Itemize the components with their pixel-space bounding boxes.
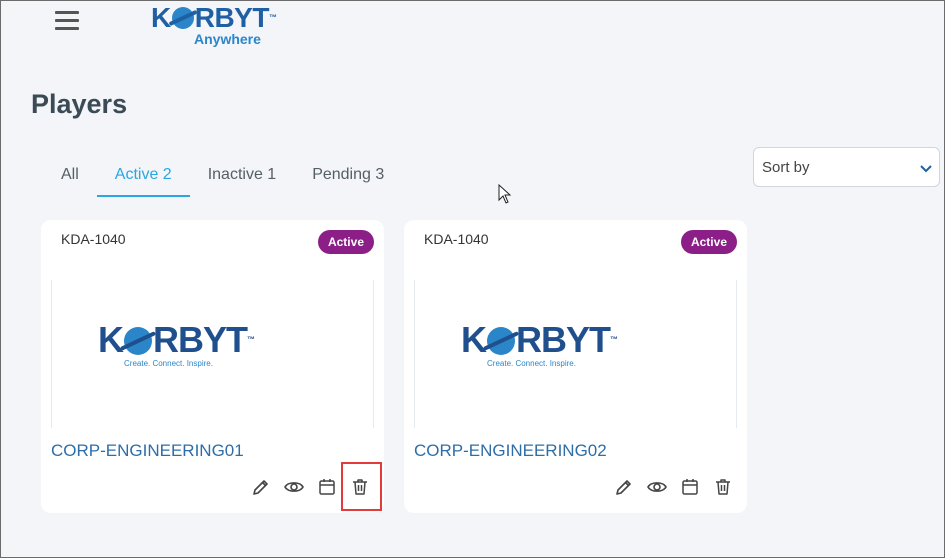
- korbyt-logo: K RBYT™ Create. Connect. Inspire.: [461, 319, 618, 369]
- eye-icon: [284, 482, 304, 492]
- tab-pending[interactable]: Pending 3: [294, 153, 402, 197]
- player-name-link[interactable]: CORP-ENGINEERING02: [414, 441, 607, 461]
- status-badge: Active: [680, 230, 737, 254]
- view-button[interactable]: [647, 477, 667, 497]
- edit-button[interactable]: [251, 477, 271, 497]
- tab-all[interactable]: All: [43, 153, 97, 197]
- player-card[interactable]: KDA-1040 Active K RBYT™ Create. Connect. …: [404, 220, 747, 513]
- hamburger-icon[interactable]: [55, 11, 79, 33]
- trash-icon: [353, 479, 367, 495]
- player-name-link[interactable]: CORP-ENGINEERING01: [51, 441, 244, 461]
- player-preview: K RBYT™ Create. Connect. Inspire.: [414, 280, 737, 428]
- schedule-button[interactable]: [317, 477, 337, 497]
- edit-button[interactable]: [614, 477, 634, 497]
- top-bar: K RBYT™ Anywhere: [1, 1, 944, 59]
- status-tabs: All Active 2 Inactive 1 Pending 3: [43, 153, 402, 197]
- pencil-icon: [253, 480, 268, 495]
- player-id: KDA-1040: [61, 231, 126, 247]
- status-badge: Active: [317, 230, 374, 254]
- player-id: KDA-1040: [424, 231, 489, 247]
- view-button[interactable]: [284, 477, 304, 497]
- tab-active[interactable]: Active 2: [96, 153, 190, 197]
- brand-logo: K RBYT™ Anywhere: [151, 2, 277, 48]
- eye-icon: [647, 482, 667, 492]
- player-card[interactable]: KDA-1040 Active K RBYT™ Create. Connect. …: [41, 220, 384, 513]
- chevron-down-icon: [920, 165, 932, 173]
- mouse-pointer-icon: [498, 184, 512, 204]
- tab-inactive[interactable]: Inactive 1: [190, 153, 294, 197]
- calendar-icon: [319, 479, 335, 495]
- page-title: Players: [31, 89, 128, 119]
- trash-icon: [716, 479, 730, 495]
- sort-by-label: Sort by: [762, 158, 810, 176]
- delete-button[interactable]: [341, 462, 382, 511]
- pencil-icon: [616, 480, 631, 495]
- player-actions: [251, 462, 382, 511]
- delete-button[interactable]: [713, 477, 733, 497]
- korbyt-logo: K RBYT™ Create. Connect. Inspire.: [98, 319, 255, 369]
- calendar-icon: [682, 479, 698, 495]
- sort-by-select[interactable]: Sort by: [753, 147, 940, 187]
- player-preview: K RBYT™ Create. Connect. Inspire.: [51, 280, 374, 428]
- schedule-button[interactable]: [680, 477, 700, 497]
- player-actions: [614, 477, 733, 497]
